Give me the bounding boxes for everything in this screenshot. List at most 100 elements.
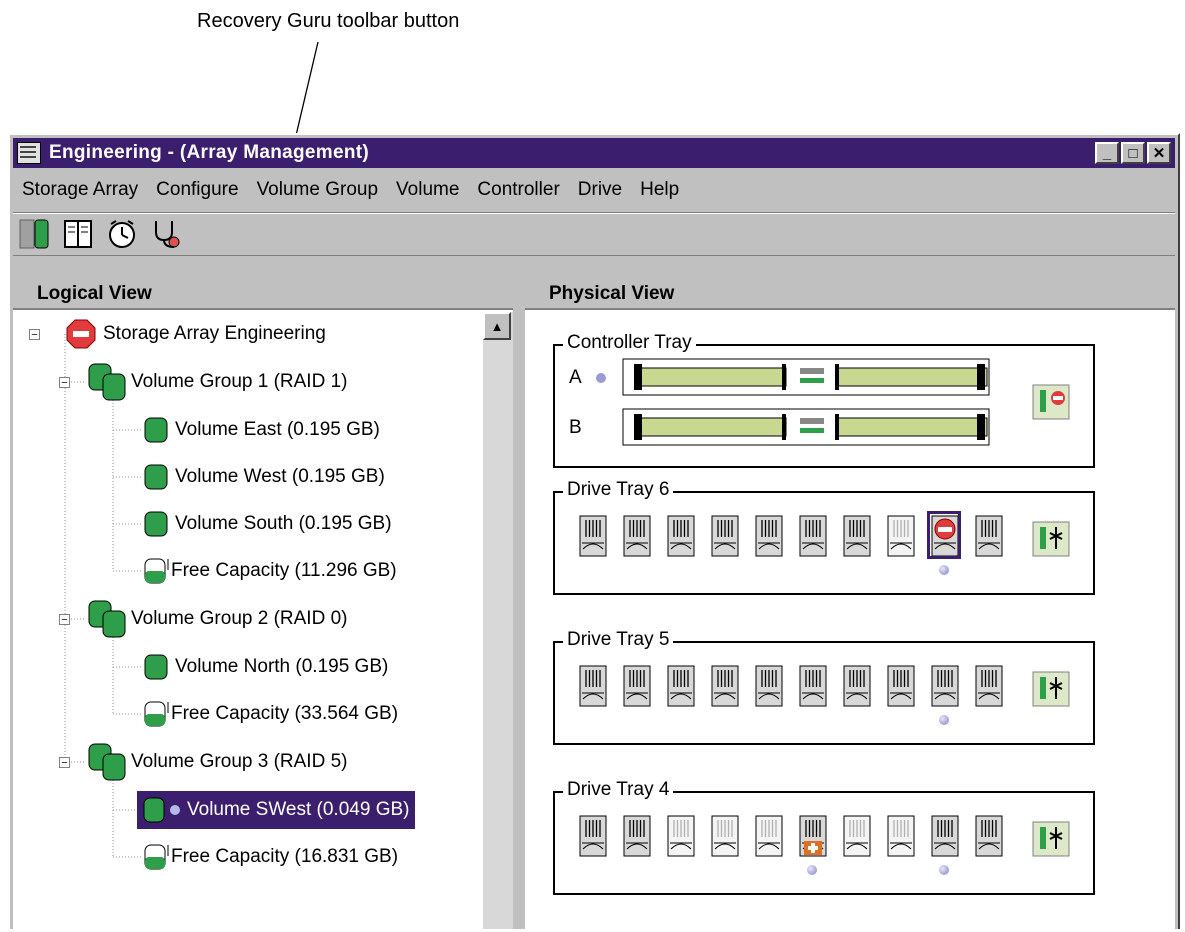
status-indicator-icon [939, 565, 949, 575]
drive-slot[interactable] [843, 515, 871, 557]
tree-node-volume-south[interactable]: Volume South (0.195 GB) [141, 505, 392, 543]
drive-icon [843, 515, 871, 557]
menu-controller[interactable]: Controller [468, 179, 568, 201]
minimize-button[interactable]: _ [1095, 142, 1119, 164]
menu-storage-array[interactable]: Storage Array [13, 179, 147, 201]
menu-bar: Storage Array Configure Volume Group Vol… [13, 173, 1175, 207]
drive-slot[interactable] [975, 665, 1003, 707]
tree-node-volume-west[interactable]: Volume West (0.195 GB) [141, 458, 385, 496]
menu-drive[interactable]: Drive [569, 179, 631, 201]
drive-tray-4-title: Drive Tray 4 [563, 779, 674, 801]
drive-slot[interactable] [887, 515, 915, 557]
logical-tree: − Storage Array Engineering − Volume Gro… [13, 312, 479, 929]
environment-status-icon[interactable] [1032, 821, 1070, 857]
physical-view-pane: Physical View Controller Tray A B Drive … [525, 278, 1175, 929]
create-volume-button[interactable] [17, 217, 51, 251]
drive-icon [667, 815, 695, 857]
drive-icon [755, 665, 783, 707]
drive-slot[interactable] [843, 815, 871, 857]
controller-environment-status-icon[interactable] [1032, 384, 1070, 420]
create-volume-icon [19, 219, 49, 249]
drive-slot[interactable] [887, 815, 915, 857]
drive-icon [579, 665, 607, 707]
callout-label: Recovery Guru toolbar button [197, 10, 460, 32]
volume-icon [144, 654, 168, 680]
drive-slot[interactable] [667, 815, 695, 857]
tree-node-storage-array[interactable]: Storage Array Engineering [65, 315, 326, 353]
timer-button[interactable] [105, 217, 139, 251]
menu-help[interactable]: Help [631, 179, 688, 201]
scroll-up-arrow-icon[interactable]: ▲ [483, 312, 511, 340]
drive-icon [799, 815, 827, 857]
drive-icon [887, 665, 915, 707]
tree-node-volume-swest[interactable]: Volume SWest (0.049 GB) [137, 791, 416, 829]
tree-node-free-capacity-2[interactable]: Free Capacity (33.564 GB) [141, 695, 398, 733]
tree-node-free-capacity-1[interactable]: Free Capacity (11.296 GB) [141, 552, 397, 590]
performance-monitor-button[interactable] [61, 217, 95, 251]
tree-node-volume-group-2[interactable]: Volume Group 2 (RAID 0) [85, 600, 347, 638]
drive-slot[interactable] [711, 815, 739, 857]
collapse-volume-group-1-toggle[interactable]: − [59, 377, 70, 389]
drive-slot[interactable] [711, 515, 739, 557]
performance-monitor-icon [64, 220, 92, 248]
drive-slot[interactable] [579, 515, 607, 557]
tree-node-label: Volume SWest (0.049 GB) [187, 799, 410, 820]
tree-node-label: Free Capacity (33.564 GB) [171, 703, 399, 724]
logical-view-scrollbar[interactable]: ▲ [483, 312, 513, 929]
tree-node-label: Free Capacity (11.296 GB) [171, 560, 397, 581]
drive-hot-spare[interactable] [799, 815, 827, 857]
controller-b-module[interactable] [622, 408, 992, 448]
controller-a-row: A [569, 358, 992, 398]
menu-volume-group[interactable]: Volume Group [248, 179, 387, 201]
drive-slot[interactable] [623, 515, 651, 557]
collapse-volume-group-3-toggle[interactable]: − [59, 757, 70, 769]
drive-slot[interactable] [623, 815, 651, 857]
drive-slot[interactable] [843, 665, 871, 707]
drive-icon [711, 515, 739, 557]
collapse-volume-group-2-toggle[interactable]: − [59, 614, 70, 626]
close-button[interactable]: ✕ [1147, 142, 1171, 164]
drive-slot[interactable] [623, 665, 651, 707]
collapse-storage-array-toggle[interactable]: − [29, 329, 40, 341]
toolbar [13, 212, 1175, 256]
drive-failed[interactable] [927, 511, 961, 559]
volume-group-icon [88, 600, 126, 638]
drive-slot[interactable] [755, 665, 783, 707]
drive-slot[interactable] [579, 665, 607, 707]
drive-slot[interactable] [799, 515, 827, 557]
tree-node-label: Volume West (0.195 GB) [175, 466, 385, 487]
drive-slot[interactable] [755, 515, 783, 557]
drive-slot[interactable] [931, 815, 959, 857]
controller-a-module[interactable] [622, 358, 992, 398]
drive-slot[interactable] [579, 815, 607, 857]
drive-slot[interactable] [799, 665, 827, 707]
tree-node-label: Volume East (0.195 GB) [175, 419, 380, 440]
controller-a-label: A [569, 367, 582, 388]
drive-tray-5-title: Drive Tray 5 [563, 629, 674, 651]
drive-icon [887, 815, 915, 857]
environment-status-icon[interactable] [1032, 671, 1070, 707]
drive-slot[interactable] [975, 515, 1003, 557]
drive-slot[interactable] [975, 815, 1003, 857]
tree-node-volume-group-3[interactable]: Volume Group 3 (RAID 5) [85, 743, 347, 781]
drive-slot[interactable] [931, 665, 959, 707]
drive-slot[interactable] [667, 515, 695, 557]
recovery-guru-button[interactable] [149, 217, 183, 251]
maximize-button[interactable]: □ [1121, 142, 1145, 164]
drive-icon [843, 815, 871, 857]
drive-slot[interactable] [887, 665, 915, 707]
tree-node-volume-group-1[interactable]: Volume Group 1 (RAID 1) [85, 363, 347, 401]
drive-slot[interactable] [755, 815, 783, 857]
controller-b-label: B [569, 417, 582, 438]
array-management-window: Engineering - (Array Management) _ □ ✕ S… [8, 133, 1180, 929]
drive-slot[interactable] [711, 665, 739, 707]
drive-icon [623, 665, 651, 707]
tree-node-free-capacity-3[interactable]: Free Capacity (16.831 GB) [141, 838, 398, 876]
drive-slot[interactable] [667, 665, 695, 707]
menu-volume[interactable]: Volume [387, 179, 468, 201]
tree-node-volume-east[interactable]: Volume East (0.195 GB) [141, 411, 380, 449]
tree-node-volume-north[interactable]: Volume North (0.195 GB) [141, 648, 388, 686]
tree-node-label: Volume Group 1 (RAID 1) [131, 371, 348, 392]
menu-configure[interactable]: Configure [147, 179, 247, 201]
environment-status-icon[interactable] [1032, 521, 1070, 557]
